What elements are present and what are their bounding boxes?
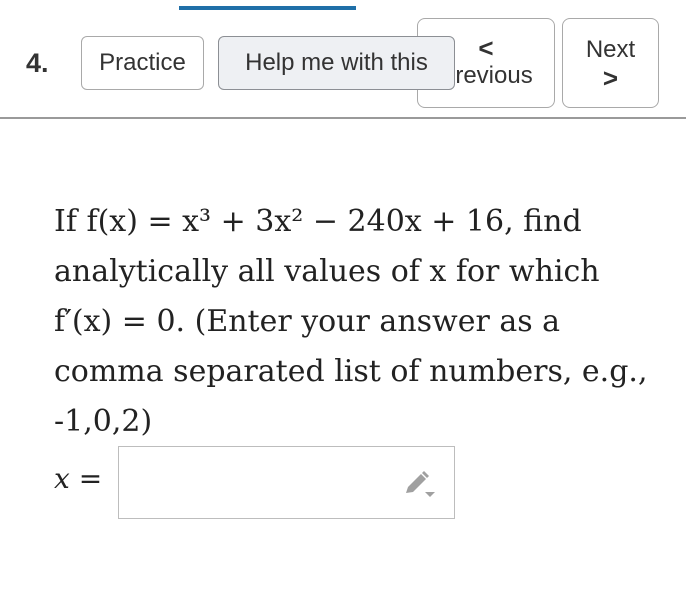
question-line: -1,0,2) <box>54 404 153 439</box>
active-tab-indicator <box>179 6 356 10</box>
header-divider <box>0 117 686 119</box>
next-label: Next <box>585 36 636 63</box>
question-number: 4. <box>26 48 49 78</box>
answer-input[interactable] <box>118 446 455 519</box>
help-me-button[interactable]: Help me with this <box>218 36 455 90</box>
question-line: comma separated list of numbers, e.g., <box>54 354 648 389</box>
answer-label: x = <box>54 462 103 495</box>
pencil-icon[interactable] <box>402 469 436 499</box>
question-line: If f(x) = x³ + 3x² − 240x + 16, find <box>54 204 582 239</box>
next-button[interactable]: Next > <box>562 18 659 108</box>
chevron-left-icon: < <box>478 33 494 63</box>
question-text: If f(x) = x³ + 3x² − 240x + 16, find ana… <box>54 197 654 447</box>
chevron-right-icon: > <box>602 63 619 93</box>
question-line: f′(x) = 0. (Enter your answer as a <box>54 304 561 339</box>
practice-button[interactable]: Practice <box>81 36 204 90</box>
question-line: analytically all values of x for which <box>54 254 600 289</box>
